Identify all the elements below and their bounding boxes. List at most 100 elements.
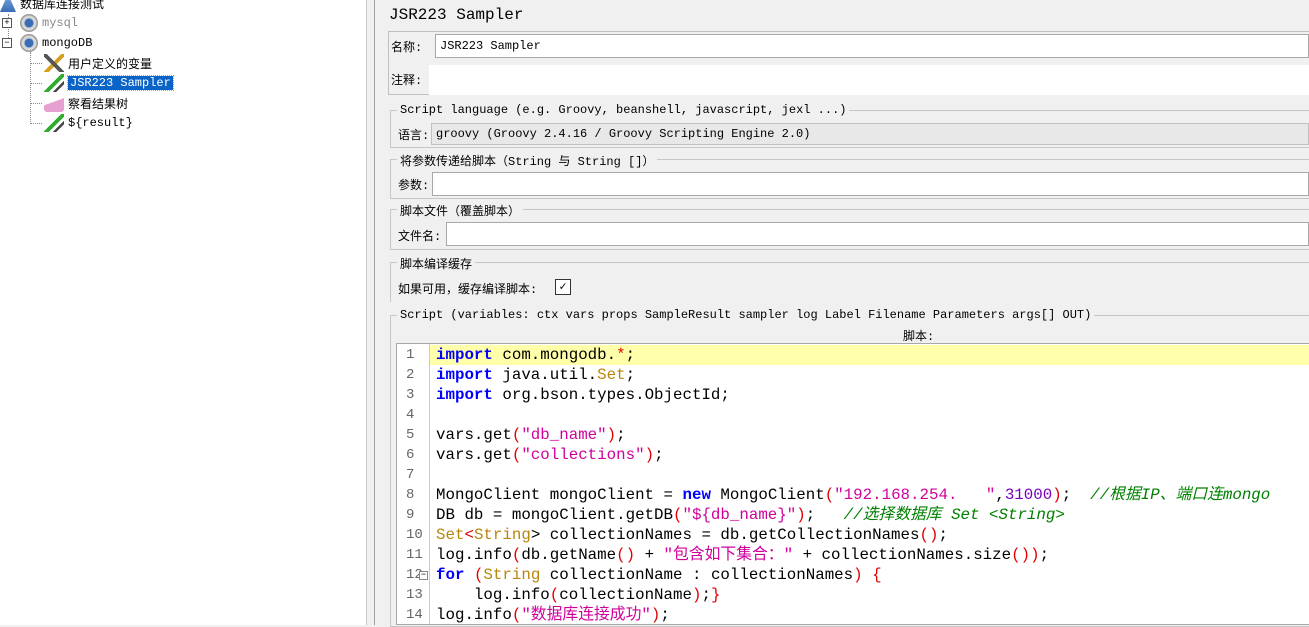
code-token: for xyxy=(436,566,465,584)
pipette-icon xyxy=(44,114,64,132)
code-token: db.getName xyxy=(521,546,617,564)
code-token: String xyxy=(483,566,541,584)
code-token: () xyxy=(919,526,939,544)
line-number: 1 xyxy=(406,347,415,363)
code-token: ( xyxy=(511,446,522,464)
tree-item-mysql[interactable]: mysql xyxy=(20,13,78,33)
code-line[interactable]: import com.mongodb.*; xyxy=(430,345,1309,365)
code-line[interactable]: log.info(collectionName);} xyxy=(430,585,1309,605)
code-token: ( xyxy=(511,546,522,564)
wrench-icon xyxy=(44,54,64,72)
name-input[interactable]: JSR223 Sampler xyxy=(435,34,1309,58)
code-token: vars.get xyxy=(436,446,512,464)
code-line[interactable]: DB db = mongoClient.getDB("${db_name}");… xyxy=(430,505,1309,525)
code-token: "包含如下集合：" xyxy=(663,546,794,564)
script-editor[interactable]: 1 import com.mongodb.*; 2 import java.util.… xyxy=(396,343,1309,625)
code-line[interactable]: log.info("数据库连接成功"); xyxy=(430,605,1309,625)
collapse-icon[interactable]: − xyxy=(2,38,12,48)
code-line[interactable]: Set<String> collectionNames = db.getColl… xyxy=(430,525,1309,545)
code-token: ) xyxy=(650,606,661,624)
tree-item-jsr223-sampler[interactable]: JSR223 Sampler xyxy=(44,73,174,93)
code-line[interactable]: vars.get("db_name"); xyxy=(430,425,1309,445)
code-token: ; xyxy=(1061,486,1091,504)
gear-icon xyxy=(20,34,38,52)
code-token: , xyxy=(995,486,1005,504)
code-token: ) xyxy=(606,426,617,444)
line-number: 8 xyxy=(406,487,415,503)
code-token: ; xyxy=(625,366,636,384)
line-number: 14 xyxy=(406,607,423,623)
code-token: org.bson.types.ObjectId; xyxy=(492,386,730,404)
code-token: ( xyxy=(511,606,522,624)
code-token: { xyxy=(872,566,882,584)
tree-item-user-variables[interactable]: 用户定义的变量 xyxy=(44,53,152,73)
filename-input[interactable] xyxy=(446,222,1309,246)
code-token: vars.get xyxy=(436,426,512,444)
script-file-group: 脚本文件（覆盖脚本） 文件名: xyxy=(390,202,1309,250)
tree-item-view-results-tree[interactable]: 察看结果树 xyxy=(44,93,128,113)
gear-icon xyxy=(20,14,38,32)
pipette-icon xyxy=(44,74,64,92)
code-token: ) xyxy=(1052,486,1062,504)
code-token: > collectionNames = db.getCollectionName… xyxy=(530,526,920,544)
code-token: () xyxy=(616,546,636,564)
code-token: ; xyxy=(1039,546,1050,564)
code-token: //根据IP、端口连mongo xyxy=(1090,486,1271,504)
line-number: 2 xyxy=(406,367,415,383)
code-line[interactable] xyxy=(430,465,1309,485)
graph-icon xyxy=(44,94,64,112)
code-token: com.mongodb. xyxy=(492,346,617,364)
code-token: String xyxy=(473,526,531,544)
code-token: import xyxy=(436,386,493,404)
code-token: 31000 xyxy=(1004,486,1053,504)
code-token: collectionName : collectionNames xyxy=(540,566,854,584)
cache-checkbox[interactable]: ✓ xyxy=(555,279,571,295)
split-pane-divider[interactable] xyxy=(366,0,375,625)
line-number: 13 xyxy=(406,587,423,603)
code-token: + collectionNames.size xyxy=(793,546,1012,564)
test-plan-tree: 数据库连接测试 + mysql − mongoDB 用户定义的变量 JSR223… xyxy=(0,0,366,625)
code-token: "collections" xyxy=(521,446,645,464)
panel-title: JSR223 Sampler xyxy=(389,6,524,24)
code-token: ; xyxy=(701,586,711,604)
comment-input[interactable] xyxy=(429,65,1309,95)
code-token: collectionName xyxy=(559,586,692,604)
tree-root[interactable]: 数据库连接测试 xyxy=(0,0,104,13)
code-line[interactable] xyxy=(430,405,1309,425)
code-token: < xyxy=(464,526,474,544)
code-token: "db_name" xyxy=(521,426,607,444)
code-token: ()) xyxy=(1011,546,1040,564)
tree-item-result[interactable]: ${result} xyxy=(44,113,133,133)
line-number: 7 xyxy=(406,467,415,483)
code-token: Set xyxy=(436,526,465,544)
code-token: MongoClient mongoClient = xyxy=(436,486,683,504)
script-language-group: Script language (e.g. Groovy, beanshell,… xyxy=(390,103,1309,148)
code-token: ( xyxy=(549,586,560,604)
code-token: DB db = mongoClient.getDB xyxy=(436,506,673,524)
code-token: ( xyxy=(824,486,835,504)
code-token: + xyxy=(635,546,664,564)
line-number: 10 xyxy=(406,527,423,543)
fold-icon[interactable]: − xyxy=(419,571,428,580)
compile-cache-group: 脚本编译缓存 如果可用，缓存编译脚本: ✓ xyxy=(390,255,1309,302)
line-number: 4 xyxy=(406,407,415,423)
code-line[interactable]: log.info(db.getName() + "包含如下集合：" + coll… xyxy=(430,545,1309,565)
code-token: ; xyxy=(660,606,670,624)
language-select[interactable]: groovy (Groovy 2.4.16 / Groovy Scripting… xyxy=(431,123,1309,145)
code-line[interactable]: import org.bson.types.ObjectId; xyxy=(430,385,1309,405)
code-token: * xyxy=(616,346,626,364)
code-line[interactable]: import java.util.Set; xyxy=(430,365,1309,385)
tree-item-mongodb[interactable]: mongoDB xyxy=(20,33,92,53)
parameters-input[interactable] xyxy=(432,172,1309,196)
code-token: ) xyxy=(796,506,806,524)
code-line[interactable]: vars.get("collections"); xyxy=(430,445,1309,465)
line-number: 11 xyxy=(406,547,423,563)
code-line[interactable]: MongoClient mongoClient = new MongoClien… xyxy=(430,485,1309,505)
expand-icon[interactable]: + xyxy=(2,18,12,28)
code-token: ( xyxy=(511,426,522,444)
code-token: "192.168.254. " xyxy=(834,486,996,504)
code-line[interactable]: for (String collectionName : collectionN… xyxy=(430,565,1309,585)
code-token: ( xyxy=(473,566,484,584)
